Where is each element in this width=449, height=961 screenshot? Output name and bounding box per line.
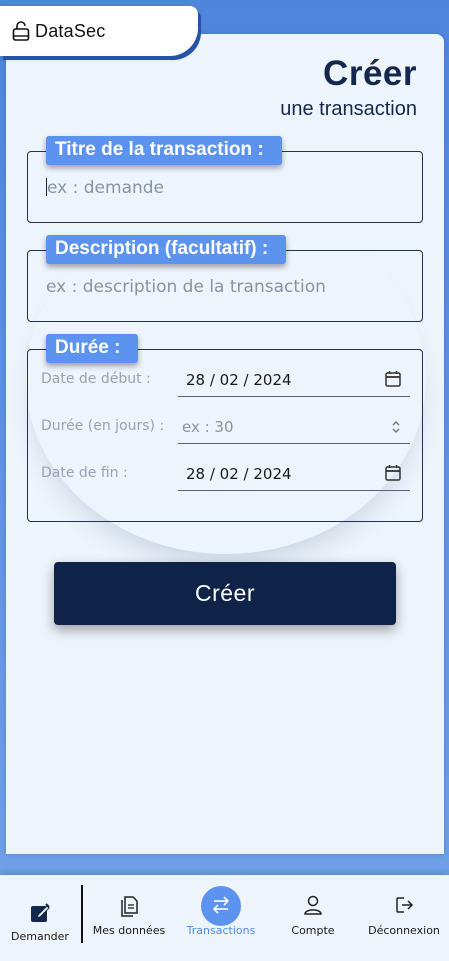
nav-item-demander[interactable]: Demander (0, 875, 80, 961)
documents-icon (121, 896, 138, 917)
app-name: DataSec (35, 20, 106, 41)
bottom-nav: Demander Mes données Transactions Compte (0, 875, 449, 961)
nav-label-demander: Demander (11, 930, 69, 943)
nav-label-deconnexion: Déconnexion (368, 924, 440, 937)
start-date-value: 28 / 02 / 2024 (186, 371, 292, 389)
user-icon (304, 895, 322, 915)
start-date-input[interactable]: 28 / 02 / 2024 (178, 367, 410, 397)
nav-label-compte: Compte (291, 924, 335, 937)
edit-icon (31, 903, 50, 922)
nav-item-compte[interactable]: Compte (270, 875, 356, 961)
end-date-label: Date de fin : (41, 465, 128, 481)
end-date-input[interactable]: 28 / 02 / 2024 (178, 461, 410, 491)
create-button[interactable]: Créer (54, 562, 396, 625)
description-input-placeholder: ex : description de la transaction (46, 277, 326, 297)
nav-divider (81, 885, 83, 943)
title-fieldset: Titre de la transaction : ex : demande (27, 136, 423, 223)
duration-label: Durée (en jours) : (41, 418, 165, 434)
title-input[interactable]: ex : demande (46, 178, 408, 198)
duration-placeholder: ex : 30 (182, 418, 234, 436)
start-date-row: Date de début : 28 / 02 / 2024 (41, 367, 410, 397)
logout-icon (396, 897, 414, 913)
app-logo: DataSec (0, 6, 198, 56)
duration-input[interactable]: ex : 30 (178, 414, 410, 444)
nav-label-mes-donnees: Mes données (92, 924, 166, 937)
duration-row: Durée (en jours) : ex : 30 (41, 414, 410, 444)
spinner-arrows-icon[interactable] (390, 419, 402, 435)
description-fieldset: Description (facultatif) : ex : descript… (27, 235, 423, 322)
calendar-icon[interactable] (384, 370, 402, 388)
title-legend: Titre de la transaction : (46, 136, 282, 165)
nav-item-deconnexion[interactable]: Déconnexion (360, 875, 448, 961)
end-date-value: 28 / 02 / 2024 (186, 465, 292, 483)
nav-item-transactions[interactable]: Transactions (178, 875, 264, 961)
calendar-icon[interactable] (384, 464, 402, 482)
description-legend: Description (facultatif) : (46, 235, 287, 264)
page-title: Créer (323, 54, 417, 93)
page-subtitle: une transaction (280, 98, 417, 120)
title-input-placeholder: ex : demande (47, 178, 165, 198)
transfer-icon (212, 896, 230, 914)
lock-icon (12, 21, 30, 41)
nav-item-mes-donnees[interactable]: Mes données (86, 875, 172, 961)
nav-label-transactions: Transactions (186, 924, 256, 937)
end-date-row: Date de fin : 28 / 02 / 2024 (41, 461, 410, 491)
start-date-label: Date de début : (41, 371, 151, 387)
duration-fieldset: Durée : Date de début : 28 / 02 / 2024 D… (27, 334, 423, 522)
description-input[interactable]: ex : description de la transaction (46, 277, 408, 297)
duration-legend: Durée : (46, 334, 139, 363)
